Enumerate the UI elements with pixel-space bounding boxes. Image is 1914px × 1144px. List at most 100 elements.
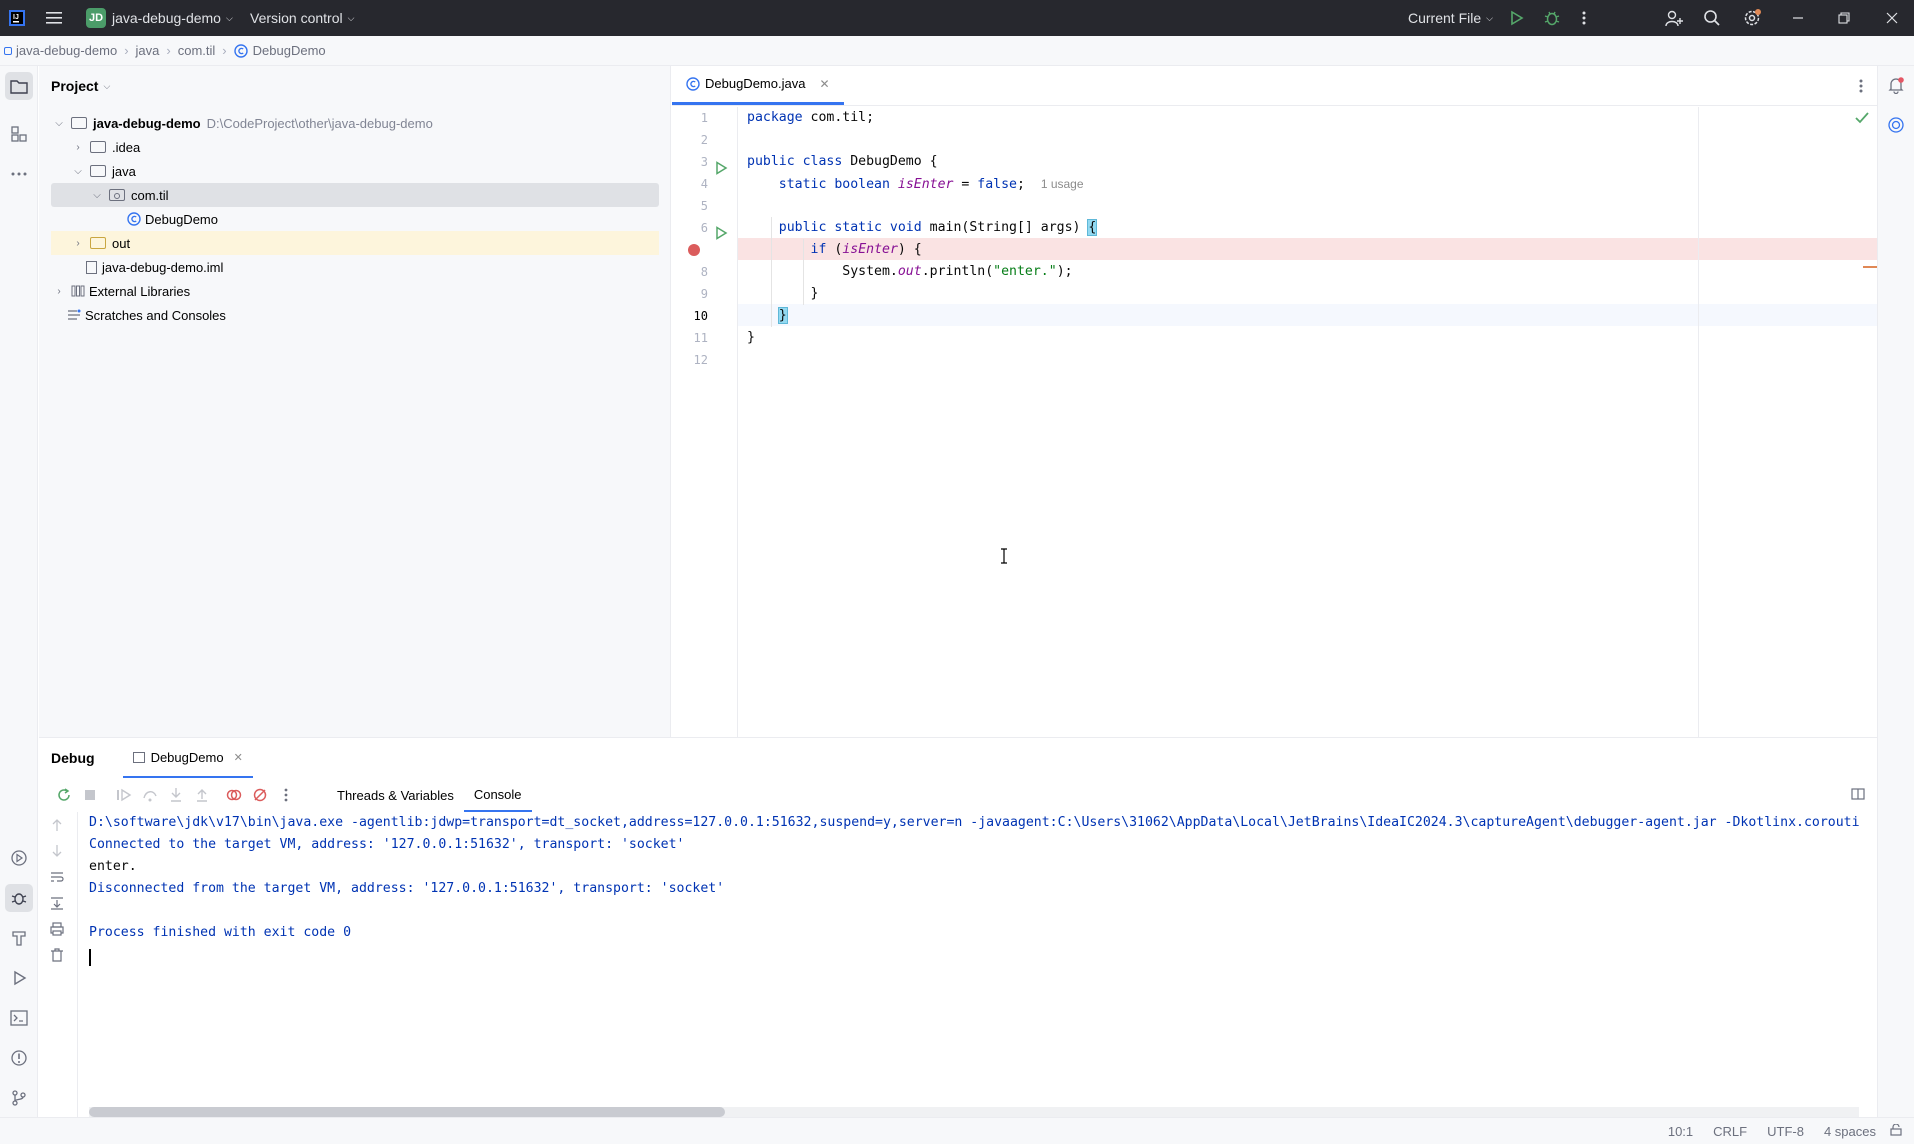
tree-item-java[interactable]: ⌵ java [51, 159, 659, 183]
add-user-icon[interactable] [1664, 0, 1684, 36]
close-tab-icon[interactable]: ✕ [234, 751, 243, 764]
project-switcher[interactable]: JD java-debug-demo ⌵ [86, 0, 233, 36]
print-icon[interactable] [50, 922, 64, 939]
project-panel-header[interactable]: Project ⌵ [39, 66, 670, 106]
debug-tool-icon[interactable] [5, 884, 33, 912]
run-tool-icon[interactable] [5, 964, 33, 992]
close-window-icon[interactable] [1886, 0, 1898, 36]
indent-setting[interactable]: 4 spaces [1824, 1124, 1876, 1139]
tree-item-package[interactable]: ⌵ com.til [51, 183, 659, 207]
tree-item-root[interactable]: ⌵ java-debug-demo D:\CodeProject\other\j… [51, 111, 659, 135]
folder-icon [90, 165, 106, 177]
breadcrumb-item-class[interactable]: DebugDemo [253, 43, 326, 58]
editor-tabs: DebugDemo.java ✕ [672, 66, 1877, 106]
file-encoding[interactable]: UTF-8 [1767, 1124, 1804, 1139]
breadcrumb-item-package[interactable]: com.til [178, 43, 216, 58]
step-out-icon[interactable] [189, 782, 215, 808]
line-separator[interactable]: CRLF [1713, 1124, 1747, 1139]
chevron-right-icon[interactable]: › [70, 238, 86, 249]
trash-icon[interactable] [50, 948, 64, 965]
app-logo-icon[interactable]: IJ [8, 0, 26, 36]
vcs-menu[interactable]: Version control ⌵ [250, 0, 354, 36]
tab-threads-variables[interactable]: Threads & Variables [327, 778, 464, 812]
tree-item-libraries[interactable]: › External Libraries [51, 279, 659, 303]
console-line: Connected to the target VM, address: '12… [89, 837, 685, 852]
step-over-icon[interactable] [137, 782, 163, 808]
search-icon[interactable] [1703, 0, 1721, 36]
view-breakpoints-icon[interactable] [221, 782, 247, 808]
breadcrumb-separator: › [222, 43, 227, 58]
tree-item-class[interactable]: DebugDemo [51, 207, 659, 231]
left-tool-strip [0, 66, 38, 1117]
run-gutter-icon[interactable] [714, 226, 728, 243]
library-icon [71, 285, 85, 297]
structure-tool-icon[interactable] [5, 120, 33, 148]
git-tool-icon[interactable] [5, 1084, 33, 1112]
editor-tab-debugdemo[interactable]: DebugDemo.java ✕ [672, 65, 844, 105]
console-line: enter. [89, 859, 137, 874]
project-tool-icon[interactable] [5, 72, 33, 100]
debug-session-tab[interactable]: DebugDemo ✕ [122, 738, 253, 778]
problems-tool-icon[interactable] [5, 1044, 33, 1072]
no-problems-check-icon[interactable] [1855, 112, 1869, 127]
run-gutter-icon[interactable] [714, 161, 728, 178]
scroll-to-end-icon[interactable] [50, 896, 64, 913]
run-config-selector[interactable]: Current File ⌵ [1408, 0, 1493, 36]
class-icon [127, 212, 141, 226]
main-menu-icon[interactable] [46, 0, 64, 36]
caret-position[interactable]: 10:1 [1668, 1124, 1693, 1139]
line-number: 6 [700, 221, 708, 235]
ai-assistant-icon[interactable] [1887, 116, 1905, 137]
editor-options-icon[interactable] [1859, 78, 1863, 97]
more-tools-icon[interactable] [5, 160, 33, 188]
debug-button[interactable] [1543, 0, 1561, 36]
chevron-down-icon[interactable]: ⌵ [51, 118, 67, 129]
more-actions-icon[interactable] [1582, 0, 1586, 36]
indent-guide [771, 217, 772, 327]
chevron-down-icon[interactable]: ⌵ [89, 190, 105, 201]
usage-hint[interactable]: 1 usage [1041, 177, 1084, 191]
up-arrow-icon[interactable] [50, 818, 64, 835]
debug-panel: Debug DebugDemo ✕ Threads & Variables Co… [39, 737, 1877, 1118]
mute-breakpoints-icon[interactable] [247, 782, 273, 808]
tree-item-scratches[interactable]: Scratches and Consoles [51, 303, 659, 327]
console[interactable]: D:\software\jdk\v17\bin\java.exe -agentl… [39, 812, 1877, 1118]
rerun-icon[interactable] [51, 782, 77, 808]
console-toolbar [39, 812, 78, 1118]
tree-item-out[interactable]: › out [51, 231, 659, 255]
tab-console[interactable]: Console [463, 778, 532, 812]
step-into-icon[interactable] [163, 782, 189, 808]
run-button[interactable] [1508, 0, 1524, 36]
scrollbar-thumb[interactable] [89, 1107, 725, 1117]
chevron-right-icon[interactable]: › [51, 286, 67, 297]
breakpoint-icon[interactable] [687, 243, 701, 260]
code-area[interactable]: package com.til; public class DebugDemo … [738, 107, 1877, 737]
terminal-tool-icon[interactable] [5, 1004, 33, 1032]
more-actions-icon[interactable] [273, 782, 299, 808]
down-arrow-icon[interactable] [50, 844, 64, 861]
chevron-down-icon: ⌵ [225, 12, 233, 23]
editor: DebugDemo.java ✕ 1 2 3 4 5 6 7 8 9 10 11… [672, 66, 1877, 737]
restore-icon[interactable] [1838, 0, 1850, 36]
lock-icon[interactable] [1890, 1122, 1902, 1139]
close-tab-icon[interactable]: ✕ [819, 77, 829, 91]
tree-root-label: java-debug-demo [93, 115, 201, 131]
breadcrumb-item-java[interactable]: java [136, 43, 160, 58]
tree-item-iml[interactable]: java-debug-demo.iml [51, 255, 659, 279]
resume-icon[interactable] [111, 782, 137, 808]
chevron-down-icon[interactable]: ⌵ [70, 166, 86, 177]
layout-settings-icon[interactable] [1851, 788, 1865, 803]
error-stripe-marker[interactable] [1863, 266, 1877, 268]
project-panel-title: Project [51, 78, 99, 94]
minimize-icon[interactable] [1792, 0, 1804, 36]
tree-item-idea[interactable]: › .idea [51, 135, 659, 159]
soft-wrap-icon[interactable] [50, 870, 64, 887]
chevron-right-icon[interactable]: › [70, 142, 86, 153]
settings-icon[interactable] [1742, 0, 1762, 36]
build-tool-icon[interactable] [5, 924, 33, 952]
notifications-icon[interactable] [1887, 76, 1905, 97]
services-tool-icon[interactable] [5, 844, 33, 872]
breadcrumb-item-project[interactable]: java-debug-demo [16, 43, 117, 58]
stop-icon[interactable] [77, 782, 103, 808]
horizontal-scrollbar[interactable] [89, 1107, 1859, 1117]
